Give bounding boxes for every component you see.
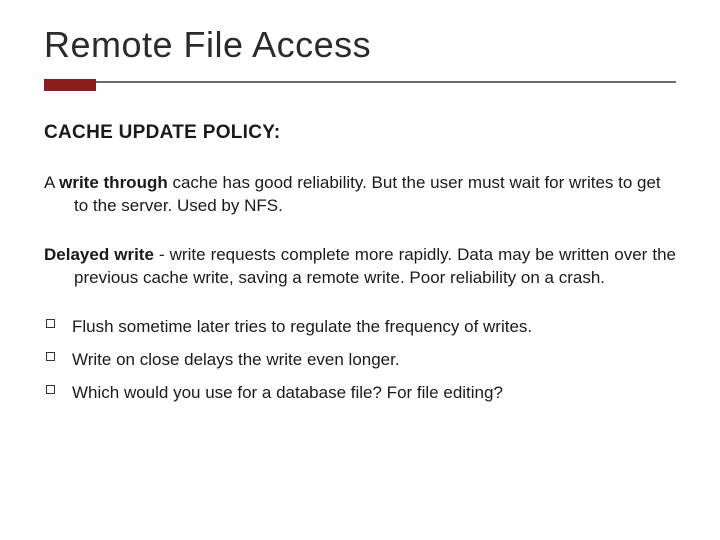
bullet-text: Write on close delays the write even lon… — [72, 350, 400, 369]
para2-rest: - write requests complete more rapidly. … — [74, 245, 676, 287]
slide: Remote File Access CACHE UPDATE POLICY: … — [0, 0, 720, 540]
bullet-text: Which would you use for a database file?… — [72, 383, 503, 402]
para2-bold: Delayed write — [44, 245, 154, 264]
list-item: Flush sometime later tries to regulate t… — [44, 316, 676, 339]
para1-lead: A — [44, 173, 59, 192]
title-rule — [44, 76, 676, 94]
rule-line — [96, 81, 676, 83]
rule-accent-block — [44, 79, 96, 91]
list-item: Which would you use for a database file?… — [44, 382, 676, 405]
square-bullet-icon — [46, 352, 55, 361]
para1-bold: write through — [59, 173, 168, 192]
square-bullet-icon — [46, 385, 55, 394]
paragraph-delayed-write: Delayed write - write requests complete … — [44, 244, 676, 290]
bullet-list: Flush sometime later tries to regulate t… — [44, 316, 676, 405]
section-subheading: CACHE UPDATE POLICY: — [44, 122, 676, 144]
list-item: Write on close delays the write even lon… — [44, 349, 676, 372]
slide-title: Remote File Access — [44, 24, 676, 66]
bullet-text: Flush sometime later tries to regulate t… — [72, 317, 532, 336]
paragraph-write-through: A write through cache has good reliabili… — [44, 172, 676, 218]
square-bullet-icon — [46, 319, 55, 328]
